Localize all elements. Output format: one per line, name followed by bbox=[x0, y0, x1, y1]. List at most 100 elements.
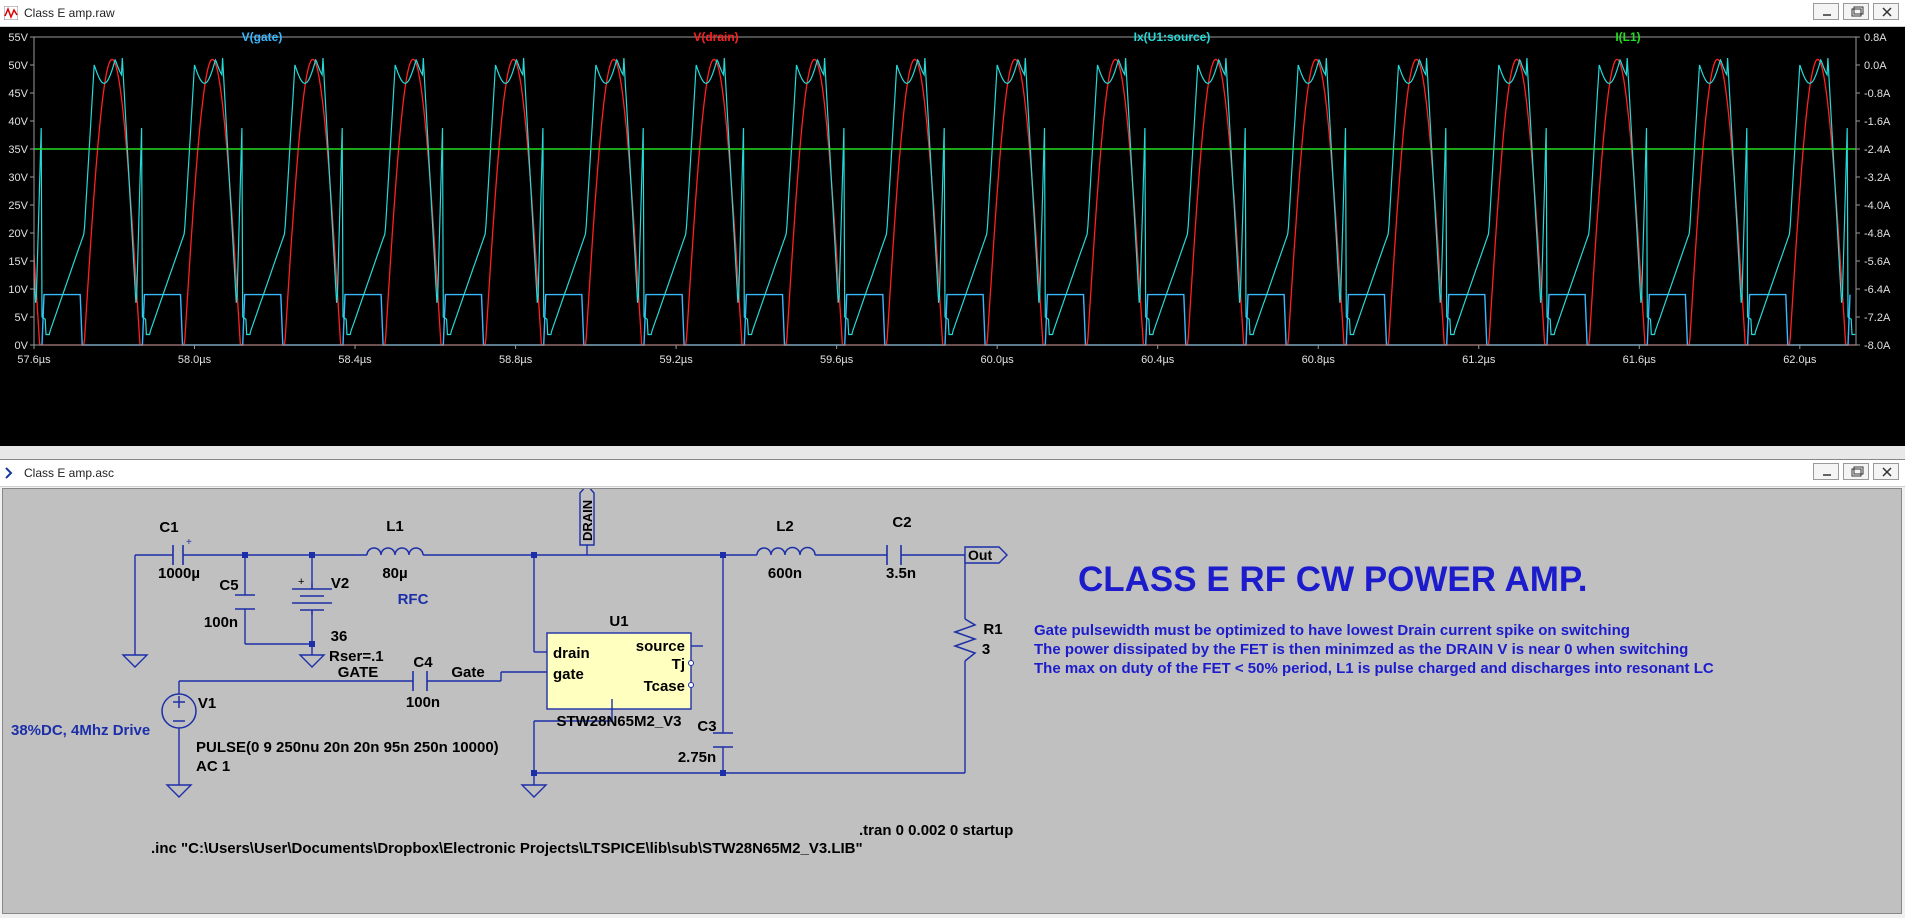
sch-restore-button[interactable] bbox=[1843, 463, 1869, 480]
out-flag-label: Out bbox=[968, 547, 992, 563]
v1-source[interactable] bbox=[161, 693, 197, 729]
plot-titlebar[interactable]: Class E amp.raw bbox=[0, 0, 1905, 27]
legend-vgate[interactable]: V(gate) bbox=[242, 30, 283, 44]
c4-name: C4 bbox=[413, 654, 433, 671]
l1-symbol[interactable] bbox=[366, 547, 424, 556]
u1-pin-source: source bbox=[636, 638, 685, 655]
y-right-tick-label: -3.2A bbox=[1864, 172, 1891, 184]
tran-directive[interactable]: .tran 0 0.002 0 startup bbox=[859, 822, 1013, 839]
close-icon bbox=[1882, 7, 1892, 17]
close-button[interactable] bbox=[1873, 3, 1899, 20]
drain-flag-label: DRAIN bbox=[580, 500, 595, 541]
sch-close-button[interactable] bbox=[1873, 463, 1899, 480]
close-icon bbox=[1882, 467, 1892, 477]
y-right-tick-label: -4.0A bbox=[1864, 200, 1891, 212]
y-left-tick-label: 10V bbox=[8, 284, 28, 296]
schematic-canvas[interactable]: + C1 1000µ C5 100n + V2 36 Rser=.1 L1 80… bbox=[2, 483, 1902, 914]
minimize-icon bbox=[1823, 474, 1831, 476]
y-right-tick-label: -5.6A bbox=[1864, 256, 1891, 268]
v2-name: V2 bbox=[331, 575, 349, 592]
sch-minimize-button[interactable] bbox=[1813, 463, 1839, 480]
u1-pin-gate: gate bbox=[553, 666, 584, 683]
y-right-tick-label: -4.8A bbox=[1864, 228, 1891, 240]
schematic-heading: CLASS E RF CW POWER AMP. bbox=[1078, 560, 1587, 599]
minimize-button[interactable] bbox=[1813, 3, 1839, 20]
v1-note: 38%DC, 4Mhz Drive bbox=[11, 722, 150, 739]
c2-symbol[interactable] bbox=[886, 545, 902, 565]
c4-value: 100n bbox=[406, 694, 440, 711]
trace-vgate[interactable] bbox=[41, 293, 1851, 346]
y-left-tick-label: 45V bbox=[8, 88, 28, 100]
waveform-plot[interactable]: 55V 50V 45V 40V 35V 30V 25V 20V 15V 10V 5V 0V 0.8A 0.… bbox=[0, 27, 1905, 446]
y-left-tick-label: 0V bbox=[15, 340, 29, 352]
c3-symbol[interactable] bbox=[713, 732, 733, 748]
v1-value: PULSE(0 9 250nu 20n 20n 95n 250n 10000) bbox=[196, 739, 499, 756]
y-left-tick-label: 5V bbox=[15, 312, 29, 324]
svg-text:+: + bbox=[186, 537, 192, 548]
x-tick-label: 59.6µs bbox=[820, 354, 854, 366]
l2-value: 600n bbox=[768, 565, 802, 582]
v1-ac: AC 1 bbox=[196, 758, 230, 775]
y-left-tick-label: 40V bbox=[8, 116, 28, 128]
waveform-window: Class E amp.raw 55V 50V 45V 40V 35V 30V 25V 20V… bbox=[0, 0, 1905, 446]
restore-button[interactable] bbox=[1843, 3, 1869, 20]
note-line-1: Gate pulsewidth must be optimized to hav… bbox=[1034, 622, 1630, 639]
u1-part: STW28N65M2_V3 bbox=[556, 713, 681, 730]
c1-symbol[interactable] bbox=[172, 545, 184, 565]
schematic-window-title: Class E amp.asc bbox=[24, 466, 115, 480]
r1-symbol[interactable] bbox=[952, 618, 978, 662]
u1-pin-tj: Tj bbox=[672, 656, 685, 673]
c5-name: C5 bbox=[219, 577, 238, 594]
y-right-tick-label: -7.2A bbox=[1864, 312, 1891, 324]
window-separator bbox=[0, 446, 1905, 459]
c5-symbol[interactable] bbox=[235, 594, 255, 610]
schematic-drawing[interactable]: + C1 1000µ C5 100n + V2 36 Rser=.1 L1 80… bbox=[3, 483, 1901, 913]
c1-name: C1 bbox=[159, 519, 178, 536]
ground-icon bbox=[298, 654, 326, 668]
l2-symbol[interactable] bbox=[756, 546, 816, 556]
r1-name: R1 bbox=[983, 621, 1002, 638]
y-left-tick-label: 20V bbox=[8, 228, 28, 240]
y-left-tick-label: 15V bbox=[8, 256, 28, 268]
y-left-tick-label: 55V bbox=[8, 32, 28, 44]
c1-value: 1000µ bbox=[158, 565, 200, 582]
y-left-tick-label: 25V bbox=[8, 200, 28, 212]
restore-icon bbox=[1851, 6, 1864, 17]
x-tick-label: 58.4µs bbox=[338, 354, 372, 366]
c3-value: 2.75n bbox=[678, 749, 716, 766]
v2-value: 36 bbox=[331, 628, 348, 645]
gate-net-label-right: Gate bbox=[451, 664, 484, 681]
x-tick-label: 62.0µs bbox=[1783, 354, 1817, 366]
l2-name: L2 bbox=[776, 518, 794, 535]
waveform-chart[interactable]: 55V 50V 45V 40V 35V 30V 25V 20V 15V 10V 5V 0V 0.8A 0.… bbox=[0, 27, 1905, 446]
waveform-icon bbox=[4, 6, 18, 20]
v2-rser: Rser=.1 bbox=[329, 648, 384, 665]
y-right-tick-label: -0.8A bbox=[1864, 88, 1891, 100]
schematic-titlebar[interactable]: Class E amp.asc bbox=[0, 460, 1905, 487]
schematic-icon bbox=[5, 467, 13, 479]
c4-symbol[interactable] bbox=[412, 671, 428, 691]
minimize-icon bbox=[1823, 14, 1831, 16]
legend-vdrain[interactable]: V(drain) bbox=[693, 30, 738, 44]
x-tick-label: 59.2µs bbox=[659, 354, 693, 366]
u1-pin-tcase: Tcase bbox=[644, 678, 685, 695]
l1-value: 80µ bbox=[382, 565, 407, 582]
y-left-tick-label: 50V bbox=[8, 60, 28, 72]
x-tick-label: 61.2µs bbox=[1462, 354, 1496, 366]
trace-ix-source[interactable] bbox=[33, 57, 1856, 336]
c2-name: C2 bbox=[892, 514, 911, 531]
y-left-tick-label: 30V bbox=[8, 172, 28, 184]
out-net-flag[interactable]: Out bbox=[964, 546, 1008, 564]
r1-value: 3 bbox=[982, 641, 990, 658]
drain-net-flag[interactable]: DRAIN bbox=[579, 483, 595, 546]
legend-il1[interactable]: I(L1) bbox=[1615, 30, 1640, 44]
x-tick-label: 60.0µs bbox=[981, 354, 1015, 366]
legend-ix-source[interactable]: Ix(U1:source) bbox=[1134, 30, 1211, 44]
y-right-tick-label: 0.8A bbox=[1864, 32, 1887, 44]
plot-window-title: Class E amp.raw bbox=[24, 6, 115, 20]
l1-name: L1 bbox=[386, 518, 404, 535]
u1-name: U1 bbox=[609, 613, 628, 630]
c5-value: 100n bbox=[204, 614, 238, 631]
ground-icon bbox=[121, 654, 149, 668]
include-directive[interactable]: .inc "C:\Users\User\Documents\Dropbox\El… bbox=[151, 840, 863, 857]
